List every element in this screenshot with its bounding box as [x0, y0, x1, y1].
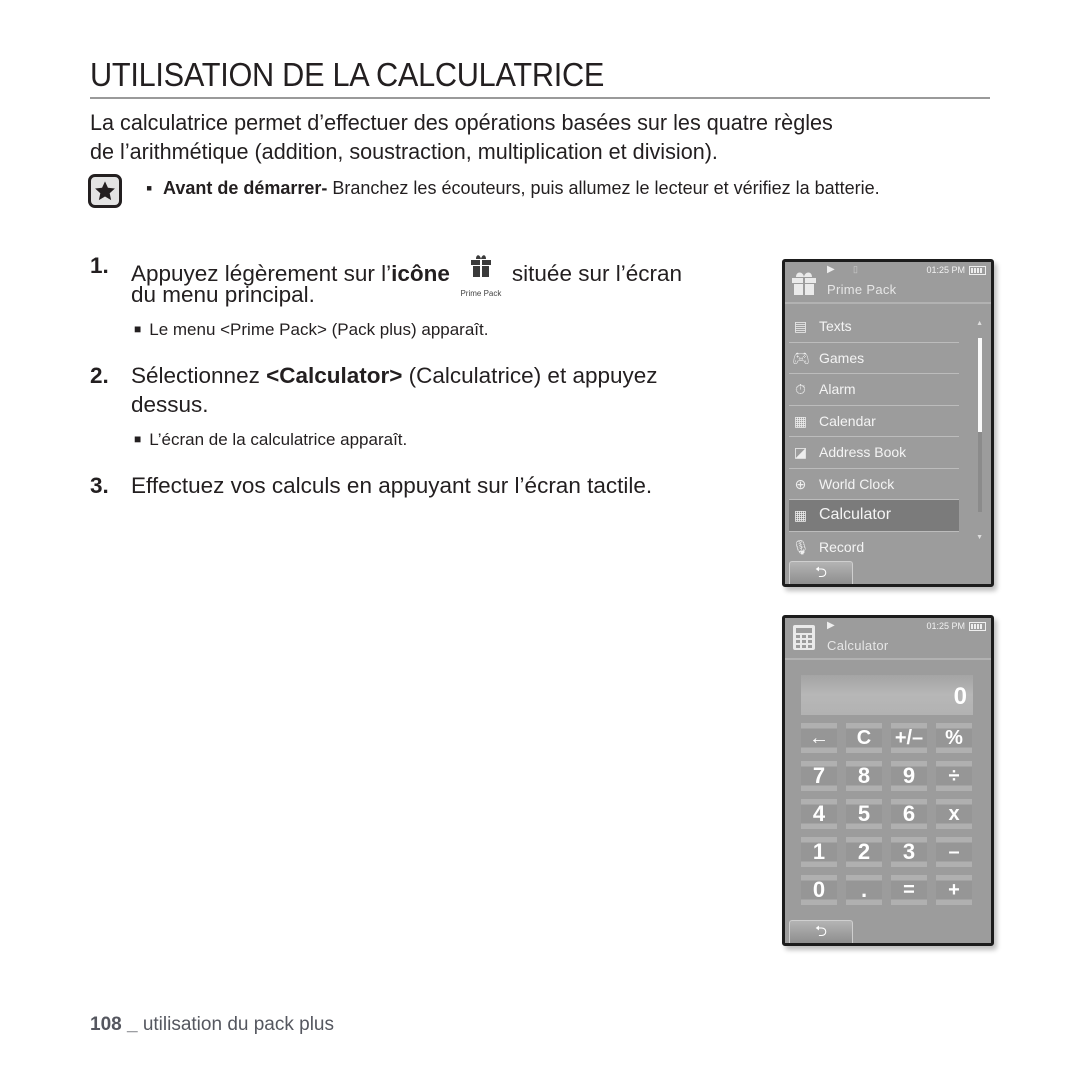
step-text: Effectuez vos calculs en appuyant sur l’…	[131, 473, 653, 498]
scrollbar-thumb[interactable]	[978, 338, 982, 432]
microphone-icon: 🎙︎	[792, 538, 810, 555]
prime-pack-menu-screen: ▶ ▯ 01:25 PM Prime Pack ▲ ▤ Texts 🎮︎ Games…	[782, 259, 994, 587]
step-number: 2.	[90, 363, 109, 388]
scrollbar[interactable]	[978, 338, 982, 512]
back-button[interactable]: ⮌	[789, 561, 853, 584]
calculator-app-icon	[793, 625, 815, 650]
menu-item-address-book[interactable]: ◪ Address Book	[789, 437, 959, 469]
page-footer: 108 _ utilisation du pack plus	[90, 1014, 334, 1036]
step-number: 1.	[90, 253, 109, 278]
key-0[interactable]: 0	[801, 875, 837, 905]
step-2-result: ■ L’écran de la calculatrice apparaît.	[134, 430, 408, 449]
play-icon: ▶	[827, 264, 835, 275]
step-number: 3.	[90, 473, 109, 498]
intro-line-1: La calculatrice permet d’effectuer des o…	[90, 110, 833, 135]
gamepad-icon: 🎮︎	[792, 349, 810, 366]
calendar-icon: ▦	[793, 412, 808, 429]
battery-icon	[969, 266, 986, 275]
key-multiply[interactable]: x	[936, 799, 972, 829]
key-backspace[interactable]: ←	[801, 723, 837, 753]
key-2[interactable]: 2	[846, 837, 882, 867]
key-1[interactable]: 1	[801, 837, 837, 867]
back-icon: ⮌	[814, 923, 827, 940]
title-divider	[90, 97, 990, 99]
page-title: UTILISATION DE LA CALCULATRICE	[90, 56, 605, 93]
note-text: Branchez les écouteurs, puis allumez le …	[327, 178, 880, 198]
bluetooth-icon: ▯	[853, 264, 858, 274]
step-1: 1. Appuyez légèrement sur l’icône Prime P…	[90, 251, 770, 311]
menu-item-alarm[interactable]: ⏱︎ Alarm	[789, 374, 959, 406]
menu-item-calendar[interactable]: ▦ Calendar	[789, 406, 959, 437]
status-time: 01:25 PM	[926, 265, 965, 275]
step-bold: <Calculator>	[266, 363, 403, 388]
key-7[interactable]: 7	[801, 761, 837, 791]
step-2: 2. Sélectionnez <Calculator> (Calculatri…	[90, 361, 770, 421]
key-decimal[interactable]: .	[846, 875, 882, 905]
scroll-up-icon[interactable]: ▲	[976, 320, 983, 327]
back-icon: ⮌	[814, 564, 827, 581]
key-6[interactable]: 6	[891, 799, 927, 829]
app-name: Calculator	[827, 638, 889, 653]
status-header: ▶ 01:25 PM Calculator	[785, 618, 991, 660]
menu-item-calculator[interactable]: ▦ Calculator	[789, 500, 959, 532]
key-9[interactable]: 9	[891, 761, 927, 791]
note-bullet: ▪	[146, 178, 153, 198]
address-book-icon: ◪	[793, 444, 808, 460]
step-text-line2: du menu principal.	[131, 282, 315, 307]
key-minus[interactable]: –	[936, 837, 972, 867]
scroll-down-icon[interactable]: ▼	[976, 534, 983, 541]
step-text-end: située sur l’écran	[511, 261, 683, 286]
key-plus-minus[interactable]: +/–	[891, 723, 927, 753]
menu-item-world-clock[interactable]: ⊕ World Clock	[789, 469, 959, 500]
note-before-start: ▪ Avant de démarrer- Branchez les écoute…	[146, 176, 986, 201]
prime-pack-icon-label: Prime Pack	[460, 289, 502, 298]
gift-icon	[792, 272, 816, 295]
star-icon	[88, 174, 122, 208]
status-time: 01:25 PM	[926, 621, 965, 631]
key-plus[interactable]: +	[936, 875, 972, 905]
step-1-result: ■ Le menu <Prime Pack> (Pack plus) appara…	[134, 320, 489, 339]
display-value: 0	[953, 683, 967, 710]
section-name: utilisation du pack plus	[137, 1014, 334, 1035]
intro-line-2: de l’arithmétique (addition, soustractio…	[90, 139, 718, 164]
page-number: 108 _	[90, 1014, 138, 1035]
step-text-end: (Calculatrice) et appuyez	[402, 363, 658, 388]
step-bold: icône	[391, 261, 450, 286]
status-header: ▶ ▯ 01:25 PM Prime Pack	[785, 262, 991, 304]
intro-paragraph: La calculatrice permet d’effectuer des o…	[90, 108, 990, 166]
keypad: ← C +/– % 7 8 9 ÷ 4 5 6 x 1 2 3 – 0 . = …	[801, 723, 973, 905]
menu-item-games[interactable]: 🎮︎ Games	[789, 343, 959, 374]
document-icon: ▤	[793, 318, 808, 334]
globe-icon: ⊕	[794, 475, 807, 492]
prime-pack-icon: Prime Pack	[456, 251, 506, 298]
menu-list: ▤ Texts 🎮︎ Games ⏱︎ Alarm ▦ Calendar ◪ Addres…	[789, 311, 959, 562]
step-text: Sélectionnez	[131, 363, 267, 388]
note-bold-label: Avant de démarrer-	[163, 178, 328, 198]
menu-item-record[interactable]: 🎙︎ Record	[789, 532, 959, 563]
menu-item-texts[interactable]: ▤ Texts	[789, 311, 959, 343]
key-3[interactable]: 3	[891, 837, 927, 867]
key-4[interactable]: 4	[801, 799, 837, 829]
key-divide[interactable]: ÷	[936, 761, 972, 791]
app-name: Prime Pack	[827, 282, 897, 297]
play-icon: ▶	[827, 620, 835, 631]
back-button[interactable]: ⮌	[789, 920, 853, 943]
step-text-line2: dessus.	[131, 392, 209, 417]
calculator-icon: ▦	[793, 507, 808, 523]
battery-icon	[969, 622, 986, 631]
calculator-screen: ▶ 01:25 PM Calculator 0 ← C +/– % 7 8 9 …	[782, 615, 994, 946]
key-equals[interactable]: =	[891, 875, 927, 905]
stopwatch-icon: ⏱︎	[795, 381, 806, 397]
step-3: 3. Effectuez vos calculs en appuyant sur…	[90, 471, 770, 501]
key-clear[interactable]: C	[846, 723, 882, 753]
key-8[interactable]: 8	[846, 761, 882, 791]
calculator-display: 0	[801, 675, 973, 715]
key-percent[interactable]: %	[936, 723, 972, 753]
key-5[interactable]: 5	[846, 799, 882, 829]
